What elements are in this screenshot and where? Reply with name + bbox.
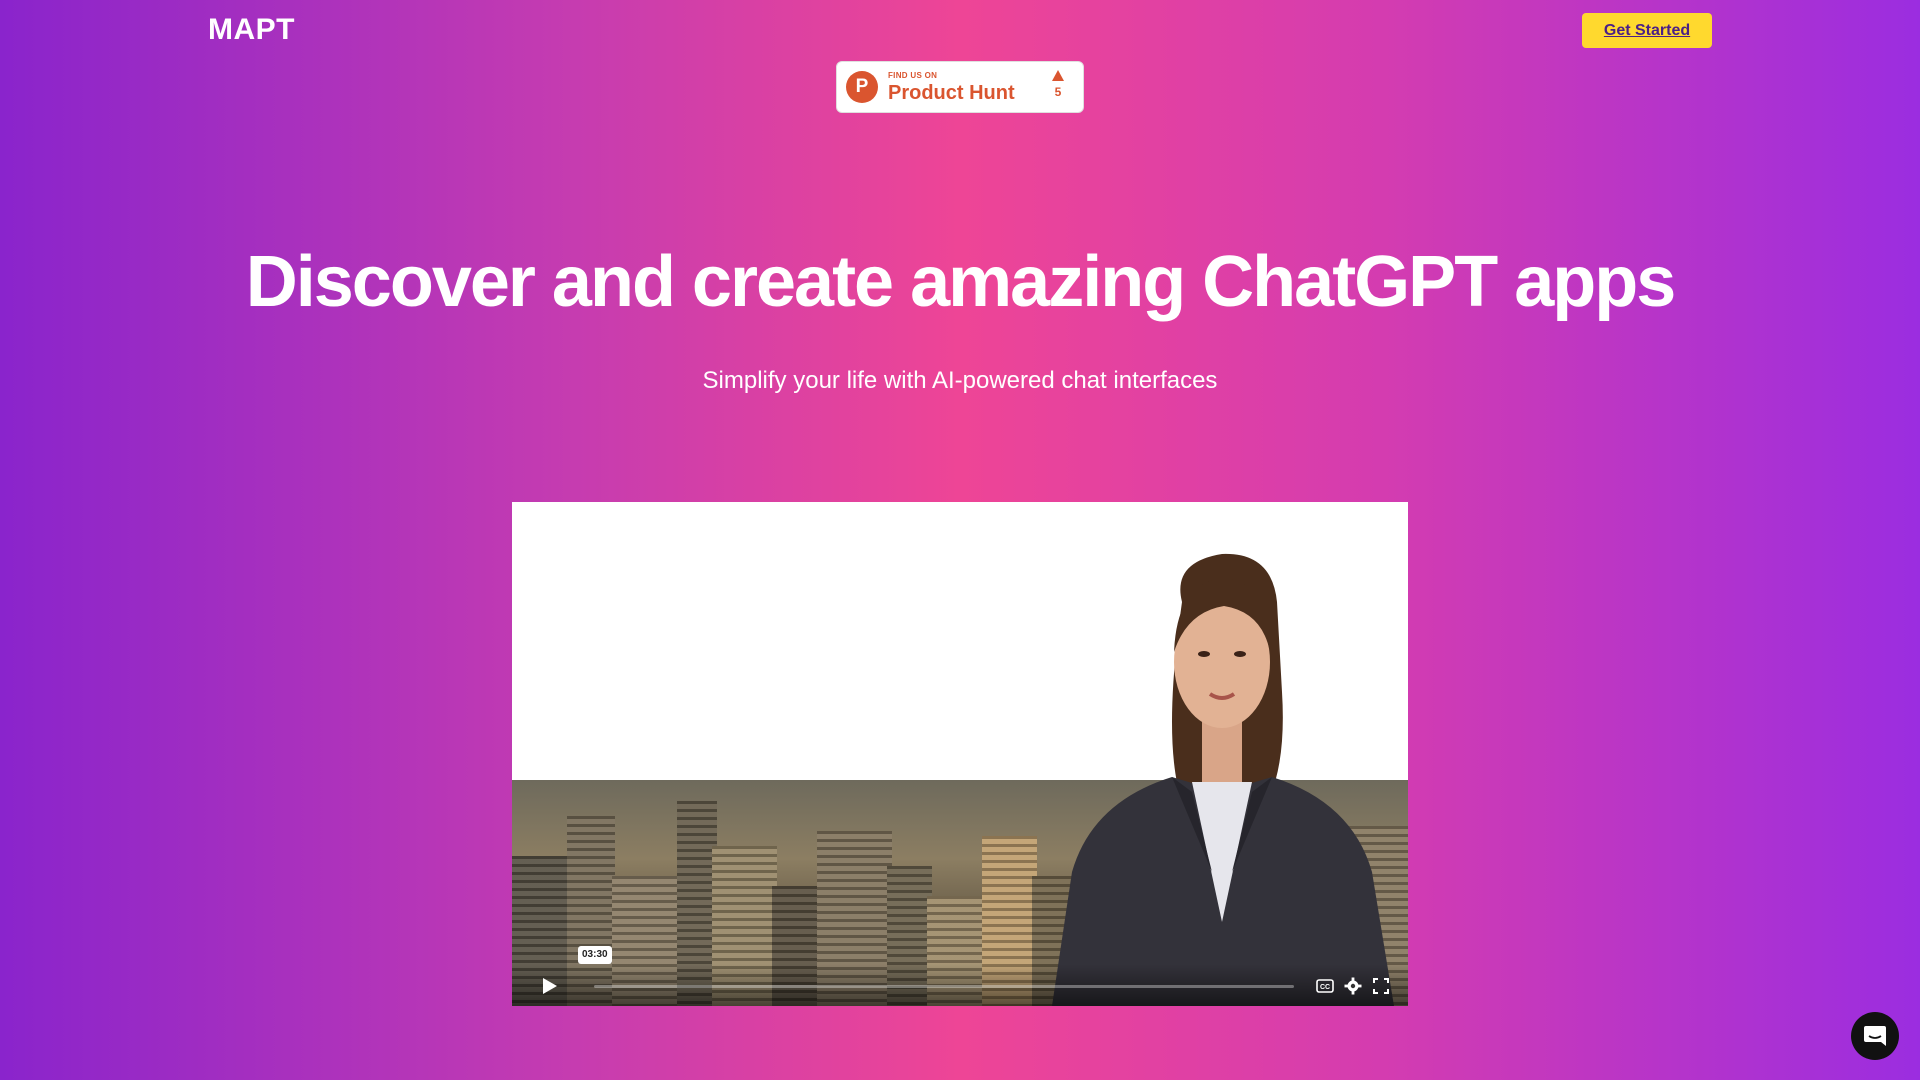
video-player[interactable]: 03:30 CC	[512, 502, 1408, 1006]
video-controls: 03:30 CC	[512, 946, 1408, 1006]
settings-gear-icon[interactable]	[1344, 977, 1362, 995]
presenter-figure	[1052, 553, 1394, 1006]
product-hunt-badge[interactable]: P FIND US ON Product Hunt 5	[836, 61, 1084, 113]
closed-captions-icon[interactable]: CC	[1316, 977, 1334, 995]
svg-text:CC: CC	[1320, 984, 1330, 991]
product-hunt-big-label: Product Hunt	[888, 81, 1015, 104]
play-icon[interactable]	[539, 976, 559, 996]
product-hunt-logo-icon: P	[846, 71, 878, 103]
site-logo[interactable]: MAPT	[208, 12, 295, 48]
product-hunt-upvotes: 5	[1052, 70, 1064, 98]
product-hunt-small-label: FIND US ON	[888, 70, 938, 80]
fullscreen-icon[interactable]	[1372, 977, 1390, 995]
video-progress-bar[interactable]	[594, 985, 1294, 988]
product-hunt-text: FIND US ON Product Hunt	[888, 70, 1015, 104]
hero-subtitle: Simplify your life with AI-powered chat …	[702, 367, 1218, 394]
upvote-count: 5	[1054, 85, 1062, 99]
upvote-arrow-icon	[1052, 70, 1064, 81]
video-duration-tooltip: 03:30	[578, 946, 612, 964]
chat-bubble-icon	[1864, 1026, 1886, 1046]
get-started-button[interactable]: Get Started	[1582, 13, 1712, 48]
chat-launcher-button[interactable]	[1851, 1012, 1899, 1060]
hero-title: Discover and create amazing ChatGPT apps	[245, 242, 1676, 322]
